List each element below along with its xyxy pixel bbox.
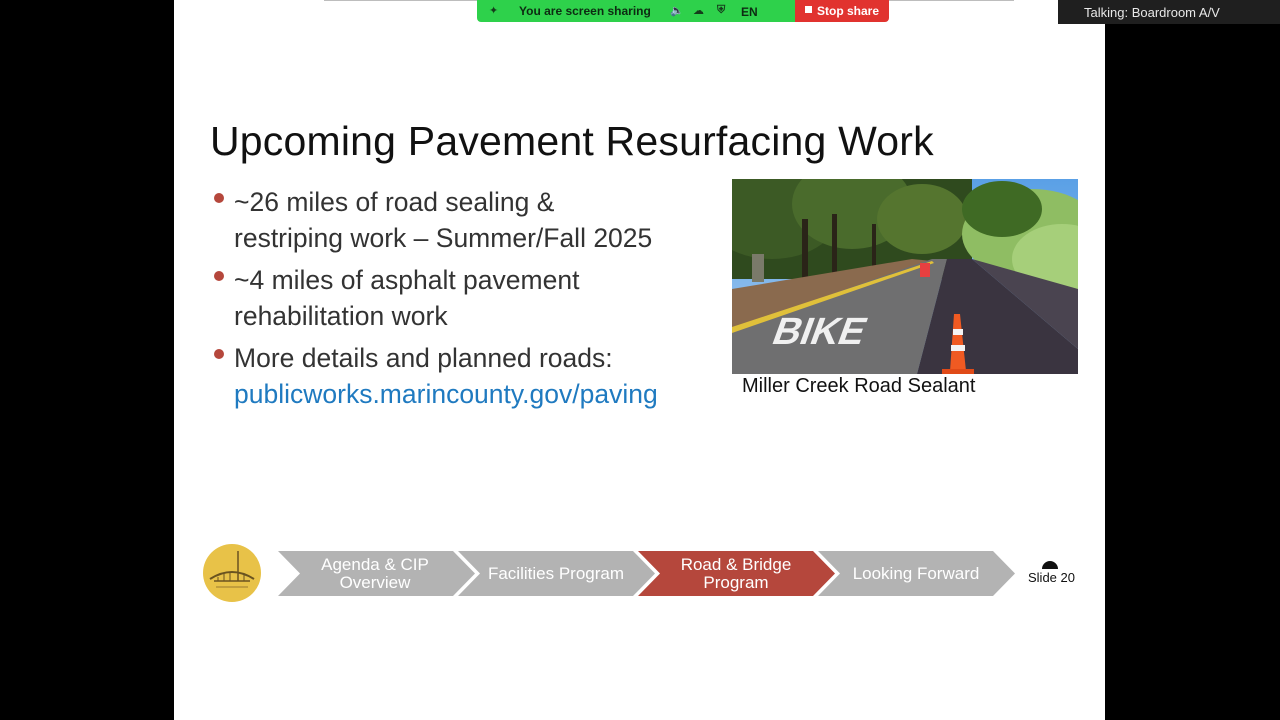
bullet-item: ~26 miles of road sealing & restriping w… (212, 184, 732, 256)
nav-step-label: Facilities Program (487, 563, 625, 583)
bullet-dot-icon (214, 271, 224, 281)
nav-step-looking-forward: Looking Forward (840, 551, 992, 596)
bullet-item: ~4 miles of asphalt pavement rehabilitat… (212, 262, 732, 334)
nav-step-road-bridge: Road & Bridge Program (660, 551, 812, 596)
photo-caption: Miller Creek Road Sealant (742, 375, 976, 397)
bullet-item: More details and planned roads: publicwo… (212, 340, 732, 412)
stop-share-label: Stop share (816, 4, 879, 18)
bullet-text-line: ~26 miles of road sealing & (234, 187, 555, 217)
nav-step-label: Looking Forward (852, 563, 980, 583)
share-status-area: ✦ You are screen sharing 🔈 ☁ ⛨ EN (477, 0, 795, 22)
slide-number-decoration (1042, 561, 1058, 569)
share-status-label: You are screen sharing (519, 4, 651, 18)
program-progress-nav: Agenda & CIP Overview Facilities Program … (278, 551, 1018, 596)
bullet-list: ~26 miles of road sealing & restriping w… (212, 184, 732, 418)
screen-share-toolbar: ✦ You are screen sharing 🔈 ☁ ⛨ EN Stop s… (477, 0, 889, 22)
nav-step-label: Program (703, 572, 769, 592)
paving-website-link[interactable]: publicworks.marincounty.gov/paving (234, 376, 732, 412)
nav-step-label: Overview (339, 572, 411, 592)
road-photo: BIKE (732, 179, 1078, 374)
bike-road-marking: BIKE (767, 310, 873, 353)
presentation-slide: Upcoming Pavement Resurfacing Work ~26 m… (174, 0, 1105, 720)
nav-step-agenda: Agenda & CIP Overview (300, 551, 450, 596)
slide-title: Upcoming Pavement Resurfacing Work (210, 118, 934, 164)
county-logo (202, 543, 262, 603)
bullet-text-line: restriping work – Summer/Fall 2025 (234, 223, 653, 253)
talking-indicator-text: Talking: Boardroom A/V (1084, 4, 1220, 20)
bullet-text-line: More details and planned roads: (234, 343, 613, 373)
nav-step-label: Agenda & CIP (321, 554, 429, 574)
nav-step-facilities: Facilities Program (480, 551, 632, 596)
bullet-dot-icon (214, 193, 224, 203)
stop-icon (804, 5, 812, 13)
talking-indicator: Talking: Boardroom A/V (1058, 0, 1280, 24)
stop-share-button[interactable]: Stop share (795, 0, 889, 22)
leaf-icon[interactable]: ✦ (489, 4, 498, 17)
language-button[interactable]: EN (741, 5, 758, 19)
nav-step-label: Road & Bridge (680, 554, 792, 574)
shield-icon[interactable]: ⛨ (717, 4, 725, 17)
bullet-text-line: ~4 miles of asphalt pavement (234, 265, 580, 295)
slide-number: Slide 20 (1028, 570, 1075, 585)
cloud-icon[interactable]: ☁ (693, 4, 704, 17)
speaker-icon[interactable]: 🔈 (670, 4, 684, 17)
bullet-text-line: rehabilitation work (234, 301, 448, 331)
bullet-dot-icon (214, 349, 224, 359)
